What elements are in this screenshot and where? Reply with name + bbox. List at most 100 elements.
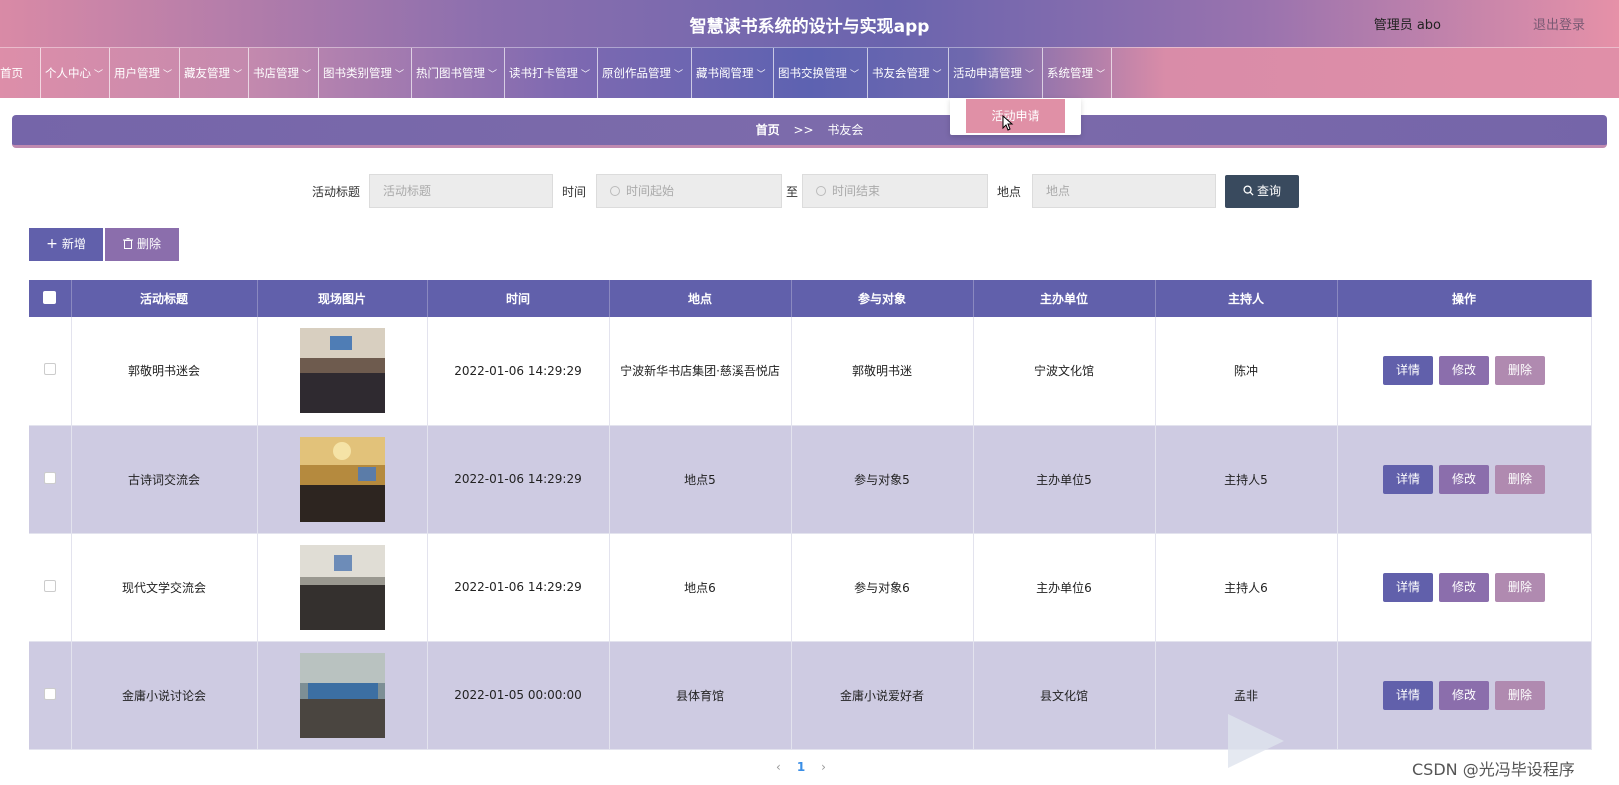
clock-icon bbox=[816, 186, 826, 196]
place-filter-input[interactable]: 地点 bbox=[1032, 174, 1216, 208]
chevron-down-icon: ﹀ bbox=[1025, 70, 1035, 80]
cell-place: 宁波新华书店集团·慈溪吾悦店 bbox=[609, 317, 792, 426]
mouse-cursor-icon bbox=[1002, 115, 1014, 131]
detail-button[interactable]: 详情 bbox=[1383, 572, 1433, 602]
table-row: 郭敬明书迷会 2022-01-06 14:29:29 宁波新华书店集团·慈溪吾悦… bbox=[29, 317, 1592, 426]
current-user: 管理员 abo bbox=[1373, 18, 1441, 33]
cell-time: 2022-01-06 14:29:29 bbox=[427, 317, 610, 426]
clock-icon bbox=[610, 186, 620, 196]
cell-place: 地点5 bbox=[609, 425, 792, 534]
edit-button[interactable]: 修改 bbox=[1439, 572, 1489, 602]
cell-host: 主办单位6 bbox=[973, 533, 1156, 642]
time-range-separator: 至 bbox=[786, 185, 799, 199]
nav-item-collectors[interactable]: 藏友管理 ﹀ bbox=[180, 48, 249, 99]
breadcrumb-separator: >> bbox=[793, 123, 814, 137]
place-filter-label: 地点 bbox=[997, 185, 1022, 199]
time-start-input[interactable]: 时间起始 bbox=[596, 174, 782, 208]
main-nav: 首页 个人中心 ﹀ 用户管理 ﹀ 藏友管理 ﹀ 书店管理 ﹀ 图书类别管理 ﹀ 热门图书管… bbox=[0, 47, 1619, 99]
nav-item-book-club[interactable]: 书友会管理 ﹀ bbox=[868, 48, 949, 99]
chevron-down-icon: ﹀ bbox=[94, 70, 104, 80]
cell-photo bbox=[257, 425, 428, 534]
nav-item-users[interactable]: 用户管理 ﹀ bbox=[110, 48, 180, 99]
search-icon bbox=[1243, 185, 1254, 196]
logout-link[interactable]: 退出登录 bbox=[1533, 14, 1585, 33]
row-checkbox[interactable] bbox=[43, 687, 56, 700]
edit-button[interactable]: 修改 bbox=[1439, 680, 1489, 710]
delete-button[interactable]: 删除 bbox=[1495, 572, 1545, 602]
dropdown-item-activity-apply[interactable]: 活动申请 bbox=[966, 99, 1065, 133]
cell-actions: 详情 修改 删除 bbox=[1337, 641, 1592, 750]
cell-photo bbox=[257, 533, 428, 642]
table-header-row: 活动标题 现场图片 时间 地点 参与对象 主办单位 主持人 操作 bbox=[29, 280, 1592, 317]
cell-title: 金庸小说讨论会 bbox=[71, 641, 258, 750]
event-photo-image[interactable] bbox=[299, 328, 385, 414]
cell-place: 地点6 bbox=[609, 533, 792, 642]
row-checkbox[interactable] bbox=[43, 363, 56, 376]
detail-button[interactable]: 详情 bbox=[1383, 680, 1433, 710]
nav-item-hot-books[interactable]: 热门图书管理 ﹀ bbox=[412, 48, 505, 99]
col-actions: 操作 bbox=[1337, 280, 1592, 317]
detail-button[interactable]: 详情 bbox=[1383, 356, 1433, 386]
col-title: 活动标题 bbox=[71, 280, 258, 317]
select-all-cell bbox=[29, 280, 72, 317]
nav-item-original-works[interactable]: 原创作品管理 ﹀ bbox=[598, 48, 692, 99]
cell-photo bbox=[257, 317, 428, 426]
nav-item-system[interactable]: 系统管理 ﹀ bbox=[1043, 48, 1112, 99]
edit-button[interactable]: 修改 bbox=[1439, 356, 1489, 386]
delete-button[interactable]: 删除 bbox=[1495, 464, 1545, 494]
event-photo-image[interactable] bbox=[299, 544, 385, 630]
chevron-down-icon: ﹀ bbox=[302, 70, 312, 80]
breadcrumb: 首页 >> 书友会 bbox=[12, 115, 1607, 148]
nav-item-home[interactable]: 首页 bbox=[0, 48, 41, 99]
delete-button[interactable]: 删除 bbox=[1495, 680, 1545, 710]
breadcrumb-home[interactable]: 首页 bbox=[756, 123, 780, 137]
row-checkbox[interactable] bbox=[43, 471, 56, 484]
next-page-button[interactable]: › bbox=[821, 760, 826, 774]
chevron-down-icon: ﹀ bbox=[163, 70, 173, 80]
nav-item-categories[interactable]: 图书类别管理 ﹀ bbox=[319, 48, 412, 99]
activity-table: 活动标题 现场图片 时间 地点 参与对象 主办单位 主持人 操作 郭敬明书迷会 … bbox=[29, 280, 1592, 750]
query-button[interactable]: 查询 bbox=[1225, 175, 1299, 208]
pagination: ‹ 1 › bbox=[776, 760, 826, 774]
cell-time: 2022-01-05 00:00:00 bbox=[427, 641, 610, 750]
table-row: 古诗词交流会 2022-01-06 14:29:29 地点5 参与对象5 主办单… bbox=[29, 425, 1592, 534]
chevron-down-icon: ﹀ bbox=[395, 70, 405, 80]
cell-title: 现代文学交流会 bbox=[71, 533, 258, 642]
event-photo-image[interactable] bbox=[299, 436, 385, 522]
title-filter-input[interactable]: 活动标题 bbox=[369, 174, 553, 208]
cell-actions: 详情 修改 删除 bbox=[1337, 533, 1592, 642]
add-button[interactable]: + 新增 bbox=[29, 228, 103, 261]
ev-logo-icon bbox=[1228, 714, 1284, 768]
nav-item-profile[interactable]: 个人中心 ﹀ bbox=[41, 48, 110, 99]
chevron-down-icon: ﹀ bbox=[674, 70, 684, 80]
cell-photo bbox=[257, 641, 428, 750]
edit-button[interactable]: 修改 bbox=[1439, 464, 1489, 494]
prev-page-button[interactable]: ‹ bbox=[776, 760, 781, 774]
event-photo-image[interactable] bbox=[299, 652, 385, 738]
nav-item-exchange[interactable]: 图书交换管理 ﹀ bbox=[774, 48, 868, 99]
select-all-checkbox[interactable] bbox=[43, 290, 57, 304]
activity-apply-dropdown: 活动申请 bbox=[950, 98, 1081, 135]
page-number[interactable]: 1 bbox=[797, 760, 805, 774]
chevron-down-icon: ﹀ bbox=[233, 70, 243, 80]
detail-button[interactable]: 详情 bbox=[1383, 464, 1433, 494]
breadcrumb-current: 书友会 bbox=[827, 123, 864, 137]
batch-delete-button[interactable]: 删除 bbox=[105, 228, 179, 261]
nav-item-activity-apply[interactable]: 活动申请管理 ﹀ bbox=[949, 48, 1043, 99]
csdn-watermark: CSDN @光冯毕设程序 bbox=[1412, 760, 1575, 779]
col-photo: 现场图片 bbox=[257, 280, 428, 317]
plus-icon: + bbox=[46, 236, 58, 252]
nav-item-checkin[interactable]: 读书打卡管理 ﹀ bbox=[505, 48, 598, 99]
cell-target: 参与对象6 bbox=[791, 533, 974, 642]
delete-button[interactable]: 删除 bbox=[1495, 356, 1545, 386]
nav-item-bookstores[interactable]: 书店管理 ﹀ bbox=[249, 48, 319, 99]
row-checkbox[interactable] bbox=[43, 579, 56, 592]
cell-moderator: 主持人5 bbox=[1155, 425, 1338, 534]
col-host: 主办单位 bbox=[973, 280, 1156, 317]
col-time: 时间 bbox=[427, 280, 610, 317]
nav-item-library[interactable]: 藏书阁管理 ﹀ bbox=[692, 48, 774, 99]
cell-place: 县体育馆 bbox=[609, 641, 792, 750]
cell-host: 主办单位5 bbox=[973, 425, 1156, 534]
cell-host: 宁波文化馆 bbox=[973, 317, 1156, 426]
time-end-input[interactable]: 时间结束 bbox=[802, 174, 988, 208]
